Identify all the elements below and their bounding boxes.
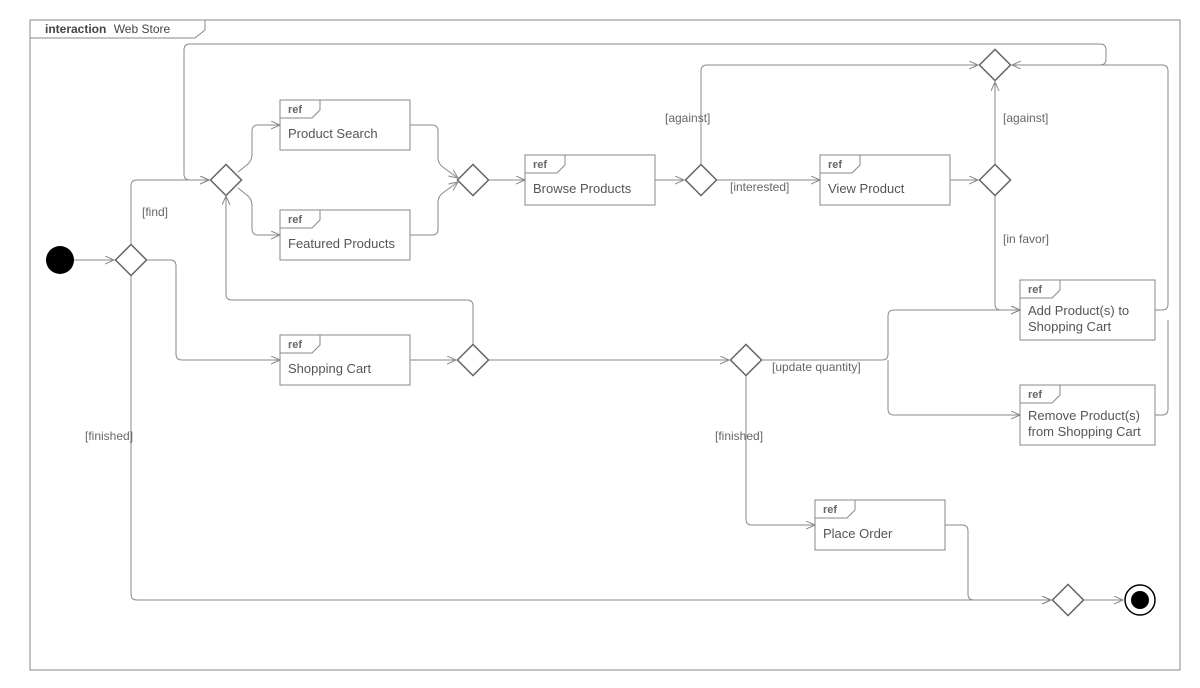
edge-d8-add xyxy=(762,310,1020,360)
svg-text:View Product: View Product xyxy=(828,181,905,196)
merge-search-featured xyxy=(457,164,488,195)
guard-finished-left: [finished] xyxy=(85,429,133,443)
guard-against2: [against] xyxy=(1003,111,1048,125)
guard-find: [find] xyxy=(142,205,168,219)
svg-text:ref: ref xyxy=(288,104,302,116)
svg-text:Product Search: Product Search xyxy=(288,126,378,141)
svg-text:Featured Products: Featured Products xyxy=(288,236,395,251)
svg-text:ref: ref xyxy=(823,504,837,516)
interaction-overview-diagram: interaction Web Store ref Product Search… xyxy=(0,0,1200,688)
frame-name: Web Store xyxy=(114,22,171,36)
final-node xyxy=(1125,585,1155,615)
edge-d2-search xyxy=(238,125,280,172)
svg-text:ref: ref xyxy=(1028,284,1042,296)
svg-text:Shopping Cart: Shopping Cart xyxy=(1028,319,1111,334)
ref-featured-products: ref Featured Products xyxy=(280,210,410,260)
svg-text:ref: ref xyxy=(533,159,547,171)
edge-placeorder-d9 xyxy=(945,525,1051,600)
edge-d5-infavor xyxy=(995,196,1020,310)
ref-browse-products: ref Browse Products xyxy=(525,155,655,205)
svg-text:Add Product(s) to: Add Product(s) to xyxy=(1028,303,1129,318)
svg-text:Shopping Cart: Shopping Cart xyxy=(288,361,371,376)
guard-finished-mid: [finished] xyxy=(715,429,763,443)
edge-search-d3 xyxy=(410,125,458,178)
ref-place-order: ref Place Order xyxy=(815,500,945,550)
edge-d2-featured xyxy=(238,188,280,235)
edge-remove-d6 xyxy=(1155,320,1168,415)
decision-cart xyxy=(457,344,488,375)
ref-add-products: ref Add Product(s) to Shopping Cart xyxy=(1020,280,1155,340)
svg-text:ref: ref xyxy=(828,159,842,171)
guard-interested: [interested] xyxy=(730,180,789,194)
decision-view xyxy=(979,164,1010,195)
guard-updateqty: [update quantity] xyxy=(772,360,861,374)
decision-find xyxy=(210,164,241,195)
svg-text:Place Order: Place Order xyxy=(823,526,893,541)
edge-d1-finished xyxy=(131,276,1051,600)
frame-title: interaction Web Store xyxy=(45,22,170,36)
merge-top xyxy=(979,49,1010,80)
ref-remove-products: ref Remove Product(s) from Shopping Cart xyxy=(1020,385,1155,445)
svg-text:Remove Product(s): Remove Product(s) xyxy=(1028,408,1140,423)
svg-text:ref: ref xyxy=(1028,389,1042,401)
initial-node xyxy=(46,246,74,274)
svg-text:ref: ref xyxy=(288,214,302,226)
edge-featured-d3 xyxy=(410,182,458,235)
svg-text:Browse Products: Browse Products xyxy=(533,181,632,196)
edge-d1-cart xyxy=(147,260,280,360)
ref-product-search: ref Product Search xyxy=(280,100,410,150)
decision-update xyxy=(730,344,761,375)
ref-view-product: ref View Product xyxy=(820,155,950,205)
edge-d8-placeorder xyxy=(746,376,815,525)
edge-d8-remove xyxy=(888,360,1020,415)
edge-d4-against xyxy=(701,65,978,164)
frame-keyword: interaction xyxy=(45,22,106,36)
decision-browse xyxy=(685,164,716,195)
svg-text:ref: ref xyxy=(288,339,302,351)
ref-shopping-cart: ref Shopping Cart xyxy=(280,335,410,385)
guard-infavor: [in favor] xyxy=(1003,232,1049,246)
merge-final xyxy=(1052,584,1083,615)
svg-text:from Shopping Cart: from Shopping Cart xyxy=(1028,424,1141,439)
edge-add-d6 xyxy=(1012,65,1168,310)
decision-main xyxy=(115,244,146,275)
guard-against1: [against] xyxy=(665,111,710,125)
